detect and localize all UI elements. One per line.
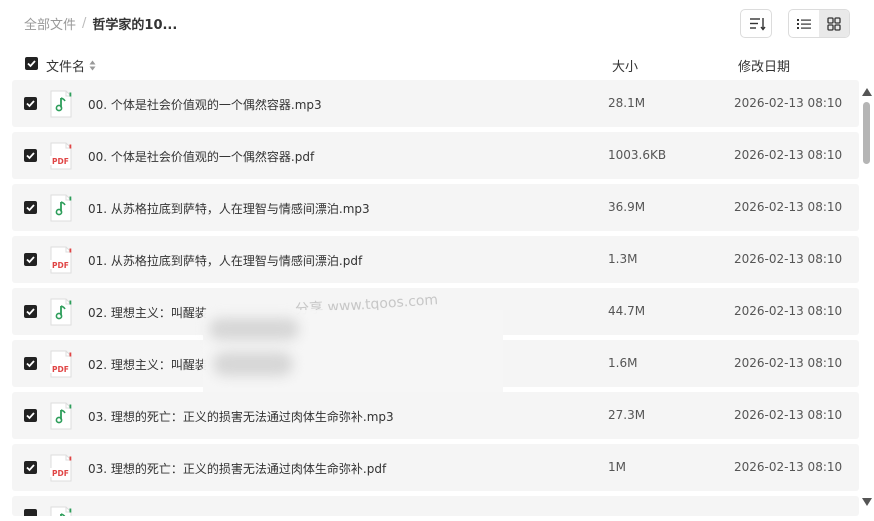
file-row[interactable]: 00. 个体是社会价值观的一个偶然容器.mp3 28.1M 2026-02-13… — [12, 80, 859, 127]
check-icon — [26, 412, 35, 420]
pdf-file-icon: PDF — [49, 246, 73, 274]
file-name[interactable]: 01. 从苏格拉底到萨特，人在理智与情感间漂泊.mp3 — [88, 200, 370, 217]
file-size: 1.6M — [608, 356, 638, 370]
audio-file-icon — [49, 506, 73, 516]
check-icon — [26, 100, 35, 108]
column-header-size[interactable]: 大小 — [612, 56, 638, 75]
sort-caret-icon — [89, 60, 96, 71]
scroll-down-arrow-icon[interactable] — [862, 498, 872, 506]
file-name[interactable]: 02. 理想主义：叫醒装 — [88, 304, 207, 321]
svg-text:PDF: PDF — [52, 157, 69, 166]
file-date: 2026-02-13 08:10 — [734, 96, 843, 110]
blurred-region — [203, 310, 503, 392]
row-checkbox[interactable] — [24, 509, 37, 516]
file-row-partial[interactable] — [12, 496, 859, 516]
file-date: 2026-02-13 08:10 — [734, 408, 843, 422]
grid-view-icon — [827, 16, 841, 31]
file-name[interactable]: 00. 个体是社会价值观的一个偶然容器.mp3 — [88, 96, 322, 113]
audio-file-icon — [49, 90, 73, 118]
file-row[interactable]: 03. 理想的死亡：正义的损害无法通过肉体生命弥补.mp3 27.3M 2026… — [12, 392, 859, 439]
vertical-scrollbar[interactable] — [860, 84, 874, 510]
check-icon — [26, 152, 35, 160]
row-checkbox[interactable] — [24, 461, 37, 474]
row-checkbox[interactable] — [24, 149, 37, 162]
pdf-file-icon: PDF — [49, 454, 73, 482]
svg-text:PDF: PDF — [52, 469, 69, 478]
file-row[interactable]: PDF 03. 理想的死亡：正义的损害无法通过肉体生命弥补.pdf 1M 202… — [12, 444, 859, 491]
file-date: 2026-02-13 08:10 — [734, 356, 843, 370]
row-checkbox[interactable] — [24, 97, 37, 110]
file-date: 2026-02-13 08:10 — [734, 200, 843, 214]
check-icon — [27, 60, 36, 68]
check-icon — [26, 256, 35, 264]
grid-view-button[interactable] — [819, 10, 849, 37]
pdf-file-icon: PDF — [49, 142, 73, 170]
select-all-checkbox[interactable] — [25, 57, 38, 70]
file-size: 36.9M — [608, 200, 646, 214]
file-row[interactable]: PDF 01. 从苏格拉底到萨特，人在理智与情感间漂泊.pdf 1.3M 202… — [12, 236, 859, 283]
file-size: 44.7M — [608, 304, 646, 318]
check-icon — [26, 204, 35, 212]
file-size: 1.3M — [608, 252, 638, 266]
breadcrumb-root[interactable]: 全部文件 — [24, 14, 76, 33]
file-date: 2026-02-13 08:10 — [734, 148, 843, 162]
check-icon — [26, 464, 35, 472]
row-checkbox[interactable] — [24, 201, 37, 214]
view-toggle — [788, 9, 850, 38]
sort-button[interactable] — [740, 9, 772, 38]
scroll-up-arrow-icon[interactable] — [862, 88, 872, 96]
check-icon — [26, 308, 35, 316]
svg-text:PDF: PDF — [52, 261, 69, 270]
file-date: 2026-02-13 08:10 — [734, 252, 843, 266]
column-header-name-label: 文件名 — [46, 60, 86, 75]
file-size: 1003.6KB — [608, 148, 667, 162]
file-date: 2026-02-13 08:10 — [734, 460, 843, 474]
sort-lines-icon — [750, 18, 766, 31]
row-checkbox[interactable] — [24, 305, 37, 318]
file-name[interactable]: 00. 个体是社会价值观的一个偶然容器.pdf — [88, 148, 314, 165]
column-header-name[interactable]: 文件名 — [46, 56, 96, 75]
file-size: 1M — [608, 460, 626, 474]
file-name[interactable]: 02. 理想主义：叫醒装 — [88, 356, 207, 373]
column-header-date[interactable]: 修改日期 — [738, 56, 790, 75]
row-checkbox[interactable] — [24, 357, 37, 370]
check-icon — [26, 360, 35, 368]
row-checkbox[interactable] — [24, 409, 37, 422]
file-name[interactable]: 01. 从苏格拉底到萨特，人在理智与情感间漂泊.pdf — [88, 252, 362, 269]
breadcrumb-current: 哲学家的10... — [92, 18, 178, 33]
file-date: 2026-02-13 08:10 — [734, 304, 843, 318]
row-checkbox[interactable] — [24, 253, 37, 266]
table-header: 文件名 大小 修改日期 — [0, 52, 874, 76]
list-view-icon — [797, 18, 811, 29]
svg-text:PDF: PDF — [52, 365, 69, 374]
file-name[interactable]: 03. 理想的死亡：正义的损害无法通过肉体生命弥补.pdf — [88, 460, 386, 477]
scroll-thumb[interactable] — [863, 102, 870, 164]
file-name[interactable]: 03. 理想的死亡：正义的损害无法通过肉体生命弥补.mp3 — [88, 408, 394, 425]
file-row[interactable]: 01. 从苏格拉底到萨特，人在理智与情感间漂泊.mp3 36.9M 2026-0… — [12, 184, 859, 231]
audio-file-icon — [49, 402, 73, 430]
file-row[interactable]: PDF 00. 个体是社会价值观的一个偶然容器.pdf 1003.6KB 202… — [12, 132, 859, 179]
pdf-file-icon: PDF — [49, 350, 73, 378]
file-size: 28.1M — [608, 96, 646, 110]
list-view-button[interactable] — [789, 10, 819, 37]
audio-file-icon — [49, 194, 73, 222]
file-size: 27.3M — [608, 408, 646, 422]
audio-file-icon — [49, 298, 73, 326]
breadcrumb-separator: / — [82, 16, 87, 31]
breadcrumb: 全部文件 / 哲学家的10... — [24, 14, 177, 33]
